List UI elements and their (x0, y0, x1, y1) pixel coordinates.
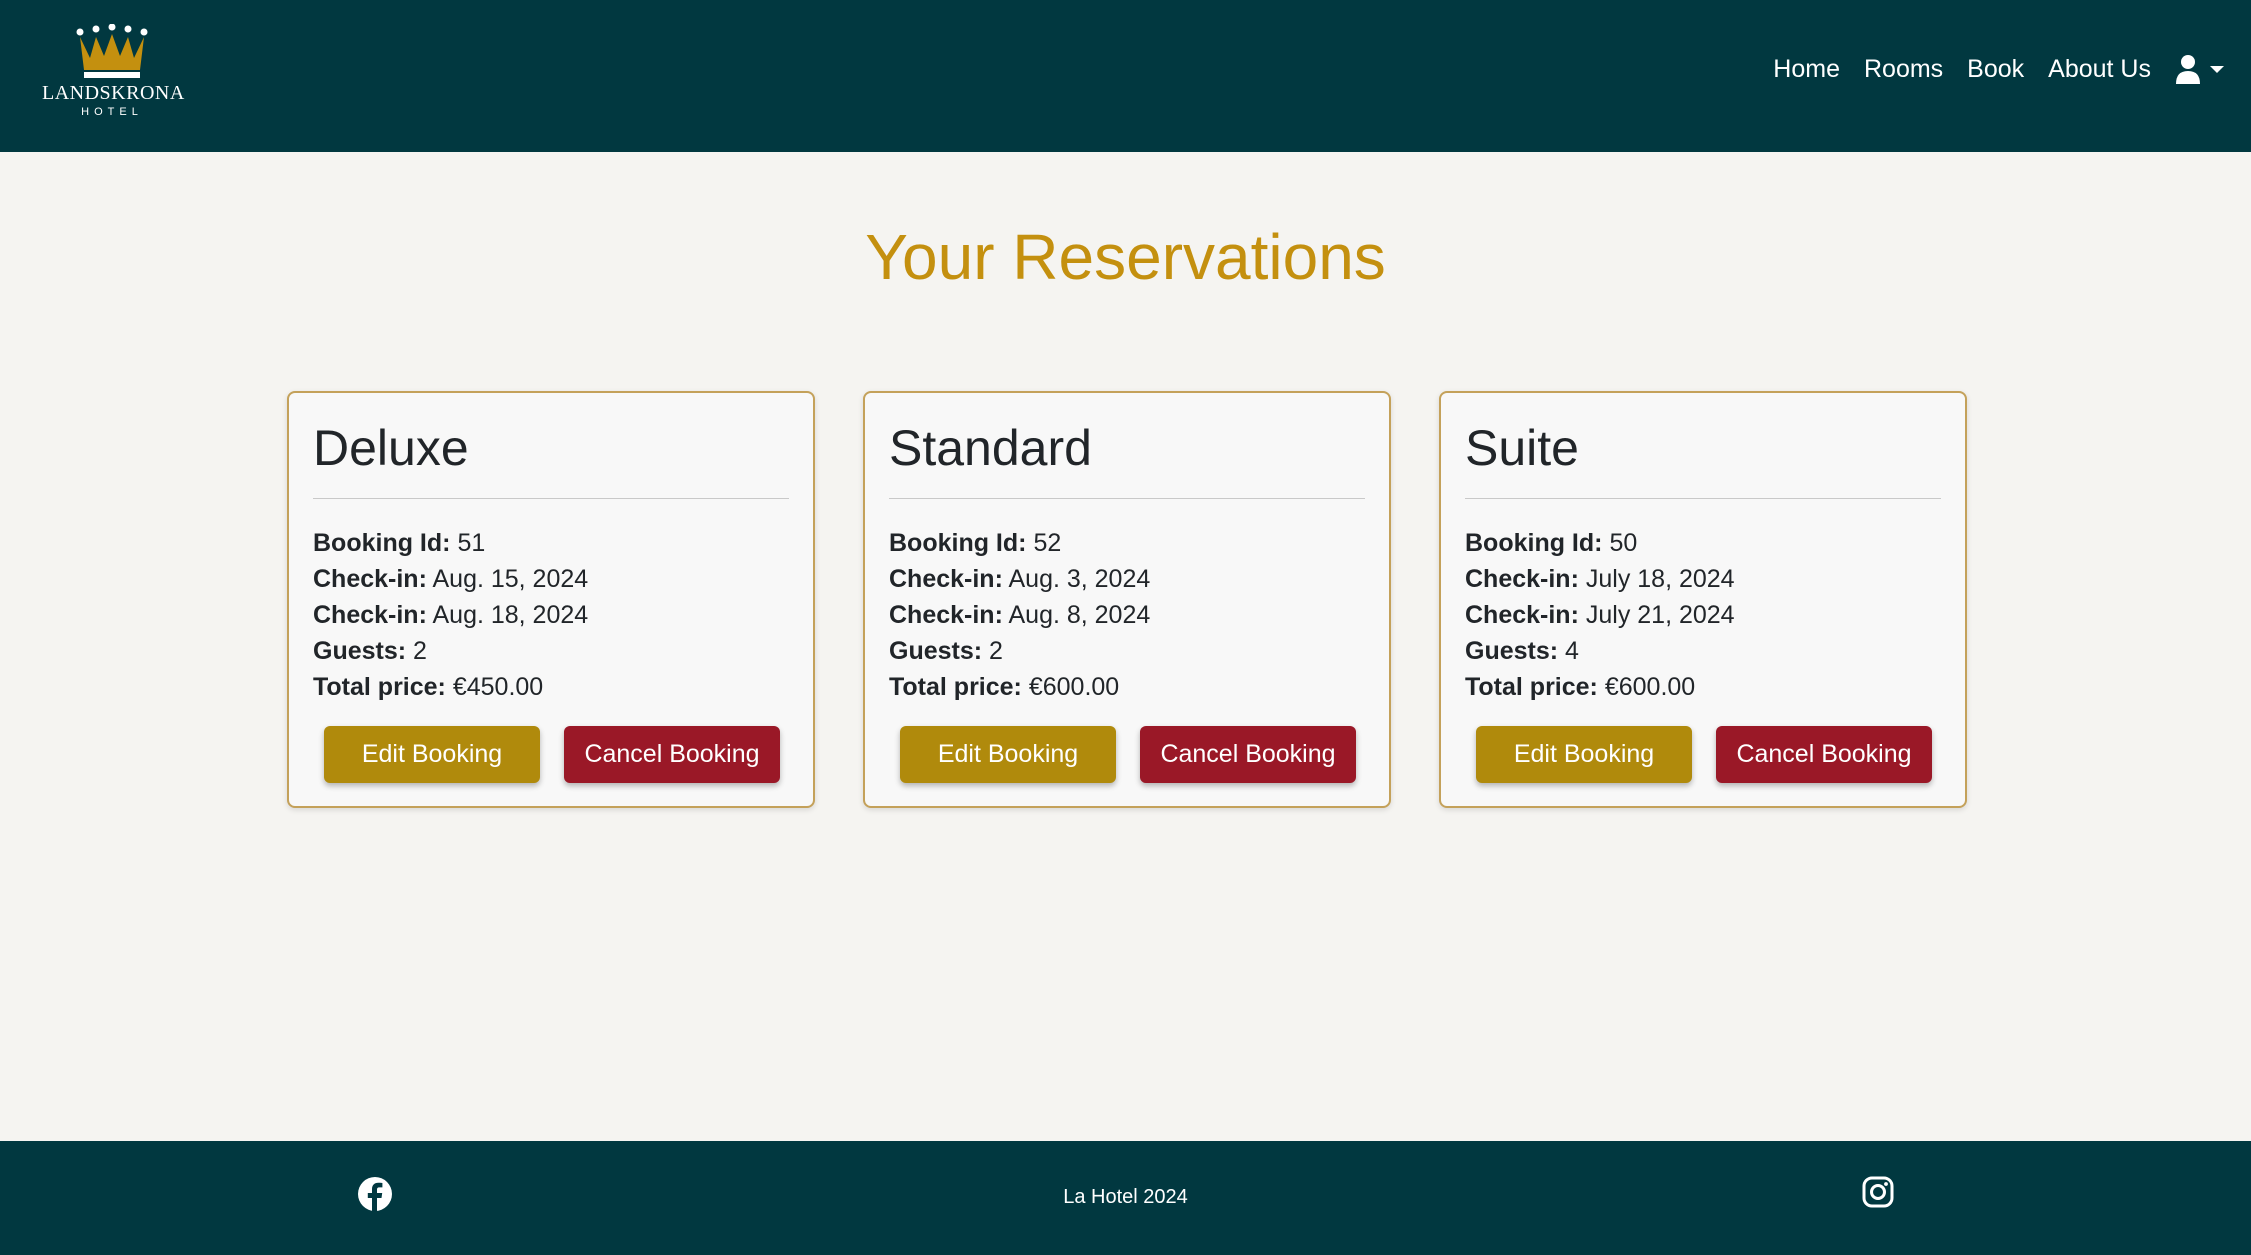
navbar: LANDSKRONA HOTEL Home Rooms Book About U… (0, 0, 2251, 152)
copyright-text: La Hotel 2024 (1063, 1186, 1188, 1208)
check-out-value: July 21, 2024 (1585, 601, 1735, 629)
check-in-label: Check-in: (889, 565, 1003, 593)
check-in-value: July 18, 2024 (1585, 565, 1735, 593)
user-icon (2176, 55, 2200, 84)
instagram-link[interactable] (1862, 1176, 1894, 1213)
total-price-label: Total price: (889, 673, 1022, 701)
nav-rooms[interactable]: Rooms (1864, 55, 1943, 84)
cancel-booking-button[interactable]: Cancel Booking (1716, 726, 1932, 783)
guests-row: Guests: 4 (1465, 633, 1735, 669)
guests-row: Guests: 2 (313, 633, 588, 669)
check-in-label: Check-in: (1465, 565, 1579, 593)
booking-id-label: Booking Id: (1465, 529, 1603, 557)
check-in-row: Check-in: Aug. 3, 2024 (889, 561, 1150, 597)
check-out-value: Aug. 18, 2024 (432, 601, 589, 629)
booking-id-row: Booking Id: 51 (313, 525, 588, 561)
crown-icon (76, 24, 148, 78)
booking-id-label: Booking Id: (889, 529, 1027, 557)
instagram-icon (1862, 1176, 1894, 1208)
booking-id-row: Booking Id: 52 (889, 525, 1150, 561)
card-divider (313, 498, 789, 499)
brand-logo-link[interactable]: LANDSKRONA HOTEL (42, 22, 185, 126)
check-out-row: Check-in: Aug. 8, 2024 (889, 597, 1150, 633)
total-price-label: Total price: (1465, 673, 1598, 701)
check-out-row: Check-in: Aug. 18, 2024 (313, 597, 588, 633)
guests-value: 4 (1565, 637, 1579, 665)
booking-details: Booking Id: 50 Check-in: July 18, 2024 C… (1465, 525, 1735, 705)
guests-label: Guests: (889, 637, 983, 665)
page: LANDSKRONA HOTEL Home Rooms Book About U… (0, 0, 2251, 1255)
edit-booking-button[interactable]: Edit Booking (1476, 726, 1692, 783)
reservation-card: Suite Booking Id: 50 Check-in: July 18, … (1439, 391, 1967, 808)
guests-row: Guests: 2 (889, 633, 1150, 669)
cancel-booking-button[interactable]: Cancel Booking (564, 726, 780, 783)
total-price-row: Total price: €600.00 (889, 669, 1150, 705)
check-in-label: Check-in: (313, 565, 427, 593)
edit-booking-button[interactable]: Edit Booking (324, 726, 540, 783)
main-nav: Home Rooms Book About Us (1749, 0, 2251, 138)
chevron-down-icon (2210, 65, 2224, 73)
brand-name: LANDSKRONA (42, 82, 185, 104)
footer: La Hotel 2024 (0, 1141, 2251, 1255)
cancel-booking-button[interactable]: Cancel Booking (1140, 726, 1356, 783)
booking-id-row: Booking Id: 50 (1465, 525, 1735, 561)
booking-id-value: 52 (1033, 529, 1062, 557)
check-in-value: Aug. 3, 2024 (1008, 565, 1151, 593)
check-out-label: Check-in: (889, 601, 1003, 629)
reservation-card: Standard Booking Id: 52 Check-in: Aug. 3… (863, 391, 1391, 808)
check-in-value: Aug. 15, 2024 (432, 565, 589, 593)
card-divider (889, 498, 1365, 499)
edit-booking-button[interactable]: Edit Booking (900, 726, 1116, 783)
booking-id-value: 51 (457, 529, 486, 557)
total-price-value: €600.00 (1604, 673, 1696, 701)
page-title: Your Reservations (865, 221, 1386, 293)
user-menu-dropdown[interactable] (2175, 54, 2224, 84)
booking-id-label: Booking Id: (313, 529, 451, 557)
booking-details: Booking Id: 52 Check-in: Aug. 3, 2024 Ch… (889, 525, 1150, 705)
room-type-title: Deluxe (313, 420, 469, 476)
nav-book[interactable]: Book (1967, 55, 2024, 84)
guests-value: 2 (413, 637, 427, 665)
guests-value: 2 (989, 637, 1003, 665)
booking-details: Booking Id: 51 Check-in: Aug. 15, 2024 C… (313, 525, 588, 705)
check-in-row: Check-in: Aug. 15, 2024 (313, 561, 588, 597)
check-in-row: Check-in: July 18, 2024 (1465, 561, 1735, 597)
reservation-card: Deluxe Booking Id: 51 Check-in: Aug. 15,… (287, 391, 815, 808)
card-divider (1465, 498, 1941, 499)
booking-id-value: 50 (1609, 529, 1638, 557)
check-out-label: Check-in: (313, 601, 427, 629)
total-price-row: Total price: €450.00 (313, 669, 588, 705)
check-out-value: Aug. 8, 2024 (1008, 601, 1151, 629)
total-price-value: €450.00 (452, 673, 544, 701)
total-price-value: €600.00 (1028, 673, 1120, 701)
nav-home[interactable]: Home (1773, 55, 1840, 84)
total-price-row: Total price: €600.00 (1465, 669, 1735, 705)
check-out-row: Check-in: July 21, 2024 (1465, 597, 1735, 633)
brand-subtitle: HOTEL (81, 106, 143, 118)
nav-about-us[interactable]: About Us (2048, 55, 2151, 84)
room-type-title: Standard (889, 420, 1092, 476)
guests-label: Guests: (313, 637, 407, 665)
room-type-title: Suite (1465, 420, 1579, 476)
check-out-label: Check-in: (1465, 601, 1579, 629)
guests-label: Guests: (1465, 637, 1559, 665)
total-price-label: Total price: (313, 673, 446, 701)
